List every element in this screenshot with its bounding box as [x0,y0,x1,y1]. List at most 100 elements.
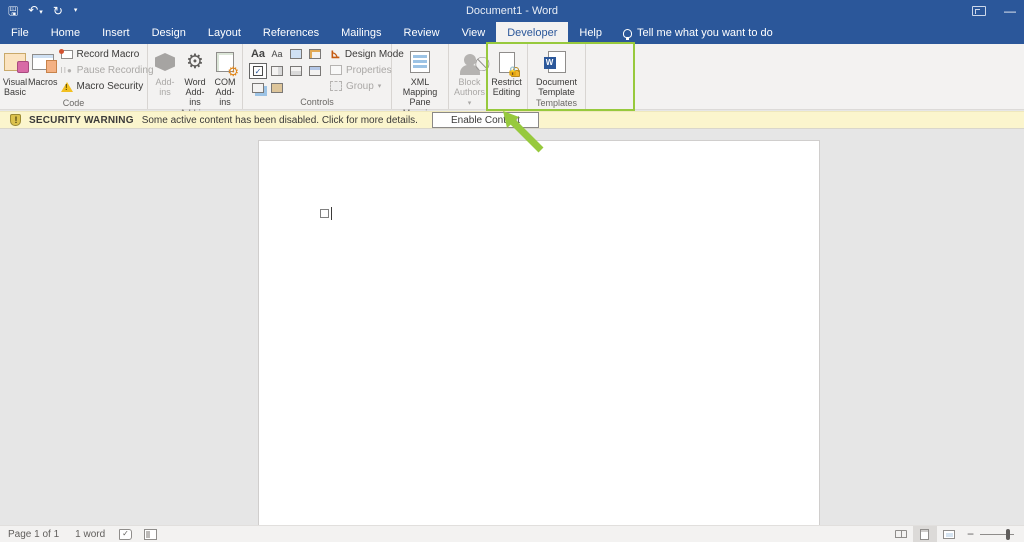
macro-security-label: Macro Security [76,81,144,92]
security-warning-bar: SECURITY WARNING Some active content has… [0,111,1024,129]
word-add-ins-button[interactable]: ⚙ Word Add-ins [180,47,210,107]
tab-mailings[interactable]: Mailings [330,22,392,44]
zoom-slider-handle[interactable] [1006,528,1010,540]
building-block-icon [309,49,321,59]
warning-triangle-icon [60,81,73,92]
document-template-label: Document Template [535,77,578,97]
restrict-editing-button[interactable]: Restrict Editing [488,47,525,97]
status-bar: Page 1 of 1 1 word − [0,525,1024,542]
date-picker-content-control-button[interactable] [306,63,324,79]
dropdown-list-content-control-button[interactable] [287,63,305,79]
ribbon-group-addins: Add-ins ⚙ Word Add-ins COM Add-ins Add-i… [148,44,243,118]
repeating-section-content-control-button[interactable] [249,80,267,96]
com-add-ins-icon [212,49,239,77]
add-ins-label: Add-ins [155,77,175,97]
web-layout-icon [942,529,955,539]
undo-icon[interactable]: ↶▾ [28,0,43,24]
record-macro-icon [58,49,73,59]
group-caret-icon: ▾ [377,83,382,90]
security-warning-title: SECURITY WARNING [29,114,134,126]
document-area[interactable] [0,129,1024,525]
ribbon-group-protect: Block Authors ▾ Restrict Editing Protect [449,44,528,120]
macros-label: Macros [28,77,58,87]
checkbox-content-control-button[interactable]: ✓ [249,63,267,79]
legacy-tools-icon [271,83,283,93]
zoom-out-button[interactable]: − [961,527,980,541]
tell-me-label: Tell me what you want to do [637,27,773,39]
window-title: Document1 - Word [465,5,559,17]
dropdown-list-icon [290,66,302,76]
title-bar: 🖫 ↶▾ ↻ ▾ Document1 - Word — [0,0,1024,22]
word-add-ins-label: Word Add-ins [184,77,206,107]
ribbon-group-mapping: XML Mapping Pane Mapping [392,44,449,118]
tab-developer[interactable]: Developer [496,22,569,44]
building-block-gallery-button[interactable] [306,46,324,62]
legacy-tools-button[interactable] [268,80,286,96]
document-template-icon [543,49,570,75]
combo-box-content-control-button[interactable] [268,63,286,79]
xml-mapping-pane-button[interactable]: XML Mapping Pane [394,47,446,107]
read-mode-button[interactable] [889,526,913,542]
rich-text-content-control-button[interactable]: Aa [249,46,267,62]
visual-basic-button[interactable]: Visual Basic [2,47,29,97]
tab-insert[interactable]: Insert [91,22,141,44]
security-warning-message: Some active content has been disabled. C… [141,114,418,126]
word-count-status[interactable]: 1 word [67,529,113,540]
redo-icon[interactable]: ↻ [53,0,63,22]
enable-content-button[interactable]: Enable Content [431,112,539,128]
macro-security-button[interactable]: Macro Security [60,79,154,94]
record-macro-label: Record Macro [76,49,140,60]
ribbon-group-controls: Aa Aa ✓ ⊾ Design Mode Properties Group ▾… [243,42,635,153]
page-number-status[interactable]: Page 1 of 1 [0,529,67,540]
zoom-slider[interactable] [980,528,1014,540]
save-icon[interactable]: 🖫 [8,0,18,22]
tab-view[interactable]: View [451,22,497,44]
restrict-editing-label: Restrict Editing [491,77,522,97]
com-add-ins-button[interactable]: COM Add-ins [210,47,240,107]
undo-caret-icon[interactable]: ▾ [39,9,43,16]
customize-qat-icon[interactable]: ▾ [74,0,78,22]
proofing-errors-icon[interactable] [119,528,133,540]
word-window: 🖫 ↶▾ ↻ ▾ Document1 - Word — File Home In… [0,0,1024,542]
quick-access-toolbar: 🖫 ↶▾ ↻ ▾ [0,0,77,24]
block-authors-label: Block Authors [453,77,486,97]
tell-me-box[interactable]: Tell me what you want to do [613,22,783,44]
tab-help[interactable]: Help [568,22,613,44]
ribbon-group-code: Visual Basic Macros Record Macro II● Pau… [0,44,154,109]
add-ins-icon [152,49,178,75]
group-label: Group [346,80,374,92]
block-authors-icon [457,49,483,75]
code-group-label: Code [62,98,85,108]
text-cursor [331,207,332,220]
word-add-ins-gear-icon: ⚙ [186,51,204,73]
tab-layout[interactable]: Layout [197,22,252,44]
macros-button[interactable]: Macros [28,47,58,87]
controls-group-label: Controls [300,97,334,107]
checkbox-icon: ✓ [253,66,263,76]
tab-review[interactable]: Review [393,22,451,44]
ribbon-empty-space [586,44,1024,109]
tab-design[interactable]: Design [141,22,197,44]
tab-references[interactable]: References [252,22,330,44]
macro-recording-icon[interactable] [144,528,158,540]
picture-icon [290,49,302,59]
pause-recording-button: II● Pause Recording [61,63,154,78]
tab-file[interactable]: File [0,22,40,44]
minimize-button[interactable]: — [1004,4,1016,18]
ribbon-display-options-icon[interactable] [972,6,986,16]
macros-icon [30,49,57,75]
block-authors-button: Block Authors ▾ [451,47,488,109]
web-layout-button[interactable] [937,526,961,542]
record-macro-button[interactable]: Record Macro [58,47,154,62]
document-template-button[interactable]: Document Template [530,47,583,97]
inserted-checkbox-content-control[interactable] [320,209,329,218]
pause-recording-icon: II● [60,66,73,75]
plain-text-content-control-button[interactable]: Aa [268,46,286,62]
tab-home[interactable]: Home [40,22,91,44]
repeating-section-icon [252,83,264,93]
print-layout-button[interactable] [912,526,937,542]
picture-content-control-button[interactable] [287,46,305,62]
visual-basic-icon [2,49,29,75]
xml-mapping-pane-icon [407,49,433,75]
document-page[interactable] [258,140,820,525]
